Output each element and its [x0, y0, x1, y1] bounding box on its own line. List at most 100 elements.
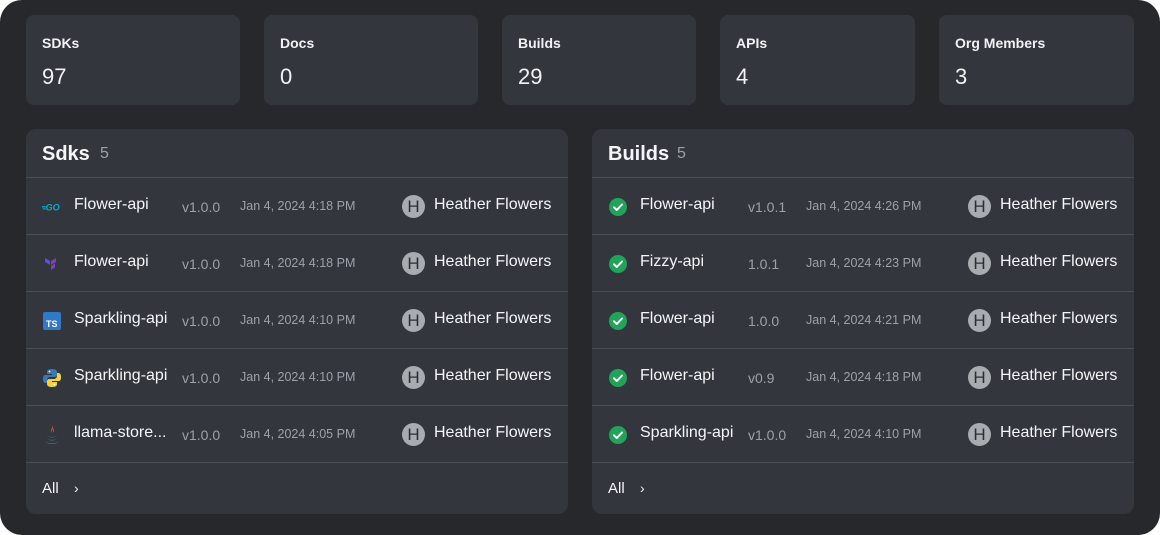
sdk-date: Jan 4, 2024 4:18 PM [240, 199, 356, 213]
user-name: Heather Flowers [434, 424, 552, 441]
chevron-right-icon[interactable]: › [640, 480, 645, 496]
sdk-row[interactable]: GO Flower-api v1.0.0 Jan 4, 2024 4:18 PM… [26, 178, 568, 235]
builds-panel-footer: All › [592, 463, 1134, 513]
stat-label: APIs [736, 35, 768, 51]
avatar: H [968, 309, 991, 332]
sdk-version: v1.0.0 [182, 370, 221, 386]
avatar: H [968, 195, 991, 218]
view-all-sdks-link[interactable]: All [42, 480, 59, 497]
python-icon [42, 368, 62, 388]
sdk-version: v1.0.0 [182, 199, 221, 215]
build-row[interactable]: Fizzy-api 1.0.1 Jan 4, 2024 4:23 PM H He… [592, 235, 1134, 292]
stat-value: 4 [736, 64, 749, 89]
build-version: v1.0.0 [748, 427, 787, 443]
build-row[interactable]: Flower-api v1.0.1 Jan 4, 2024 4:26 PM H … [592, 178, 1134, 235]
build-row[interactable]: Flower-api v0.9 Jan 4, 2024 4:18 PM H He… [592, 349, 1134, 406]
success-check-icon [608, 311, 628, 331]
success-check-icon [608, 425, 628, 445]
build-version: 1.0.1 [748, 256, 780, 272]
sdk-name: Flower-api [74, 253, 149, 270]
svg-text:TS: TS [46, 319, 58, 329]
sdk-name: Sparkling-api [74, 367, 168, 384]
user-name: Heather Flowers [1000, 253, 1118, 270]
build-row[interactable]: Flower-api 1.0.0 Jan 4, 2024 4:21 PM H H… [592, 292, 1134, 349]
sdk-version: v1.0.0 [182, 313, 221, 329]
sdk-name: Flower-api [74, 196, 149, 213]
user-name: Heather Flowers [434, 367, 552, 384]
sdk-date: Jan 4, 2024 4:10 PM [240, 370, 356, 384]
sdks-panel-footer: All › [26, 463, 568, 513]
sdk-row[interactable]: llama-store... v1.0.0 Jan 4, 2024 4:05 P… [26, 406, 568, 463]
stat-label: SDKs [42, 35, 80, 51]
user-name: Heather Flowers [1000, 367, 1118, 384]
sdk-date: Jan 4, 2024 4:10 PM [240, 313, 356, 327]
view-all-builds-link[interactable]: All [608, 480, 625, 497]
builds-panel-header: Builds 5 [592, 129, 1134, 178]
stat-card-sdks[interactable]: SDKs 97 [26, 15, 240, 105]
build-version: v0.9 [748, 370, 775, 386]
avatar: H [402, 366, 425, 389]
build-date: Jan 4, 2024 4:26 PM [806, 199, 922, 213]
success-check-icon [608, 197, 628, 217]
build-date: Jan 4, 2024 4:10 PM [806, 427, 922, 441]
avatar: H [968, 366, 991, 389]
stat-card-org-members[interactable]: Org Members 3 [939, 15, 1134, 105]
build-date: Jan 4, 2024 4:18 PM [806, 370, 922, 384]
build-date: Jan 4, 2024 4:21 PM [806, 313, 922, 327]
builds-panel: Builds 5 Flower-api v1.0.1 Jan 4, 2024 4… [592, 129, 1134, 514]
go-icon: GO [42, 197, 62, 217]
sdks-panel: Sdks 5 GO Flower-api v1.0.0 Jan 4, 2024 … [26, 129, 568, 514]
typescript-icon: TS [42, 311, 62, 331]
user-name: Heather Flowers [1000, 196, 1118, 213]
success-check-icon [608, 254, 628, 274]
stat-value: 3 [955, 64, 968, 89]
sdk-date: Jan 4, 2024 4:18 PM [240, 256, 356, 270]
build-version: v1.0.1 [748, 199, 787, 215]
build-name: Flower-api [640, 310, 715, 327]
user-name: Heather Flowers [434, 196, 552, 213]
build-name: Fizzy-api [640, 253, 705, 270]
success-check-icon [608, 368, 628, 388]
build-date: Jan 4, 2024 4:23 PM [806, 256, 922, 270]
user-name: Heather Flowers [434, 310, 552, 327]
stat-label: Builds [518, 35, 561, 51]
panel-title: Sdks [42, 143, 90, 165]
terraform-icon [42, 254, 62, 274]
stat-card-apis[interactable]: APIs 4 [720, 15, 915, 105]
user-name: Heather Flowers [1000, 310, 1118, 327]
avatar: H [402, 309, 425, 332]
build-version: 1.0.0 [748, 313, 780, 329]
stat-value: 97 [42, 64, 67, 89]
avatar: H [402, 423, 425, 446]
sdk-version: v1.0.0 [182, 427, 221, 443]
sdk-date: Jan 4, 2024 4:05 PM [240, 427, 356, 441]
stat-label: Org Members [955, 35, 1046, 51]
stat-card-builds[interactable]: Builds 29 [502, 15, 696, 105]
panel-title: Builds [608, 143, 670, 165]
build-name: Sparkling-api [640, 424, 734, 441]
avatar: H [968, 423, 991, 446]
chevron-right-icon[interactable]: › [74, 480, 79, 496]
sdk-row[interactable]: Sparkling-api v1.0.0 Jan 4, 2024 4:10 PM… [26, 349, 568, 406]
user-name: Heather Flowers [434, 253, 552, 270]
stat-value: 0 [280, 64, 293, 89]
stat-value: 29 [518, 64, 543, 89]
sdks-panel-header: Sdks 5 [26, 129, 568, 178]
user-name: Heather Flowers [1000, 424, 1118, 441]
sdk-name: llama-store... [74, 424, 167, 441]
svg-text:GO: GO [46, 203, 60, 213]
build-row[interactable]: Sparkling-api v1.0.0 Jan 4, 2024 4:10 PM… [592, 406, 1134, 463]
panel-count: 5 [100, 145, 109, 162]
panel-count: 5 [677, 145, 686, 162]
avatar: H [402, 195, 425, 218]
stat-card-docs[interactable]: Docs 0 [264, 15, 478, 105]
build-name: Flower-api [640, 196, 715, 213]
avatar: H [968, 252, 991, 275]
java-icon [42, 425, 62, 445]
avatar: H [402, 252, 425, 275]
dashboard: SDKs 97 Docs 0 Builds 29 APIs 4 Org Memb… [0, 0, 1160, 535]
sdk-version: v1.0.0 [182, 256, 221, 272]
sdk-row[interactable]: TS Sparkling-api v1.0.0 Jan 4, 2024 4:10… [26, 292, 568, 349]
sdk-row[interactable]: Flower-api v1.0.0 Jan 4, 2024 4:18 PM H … [26, 235, 568, 292]
stat-label: Docs [280, 35, 315, 51]
